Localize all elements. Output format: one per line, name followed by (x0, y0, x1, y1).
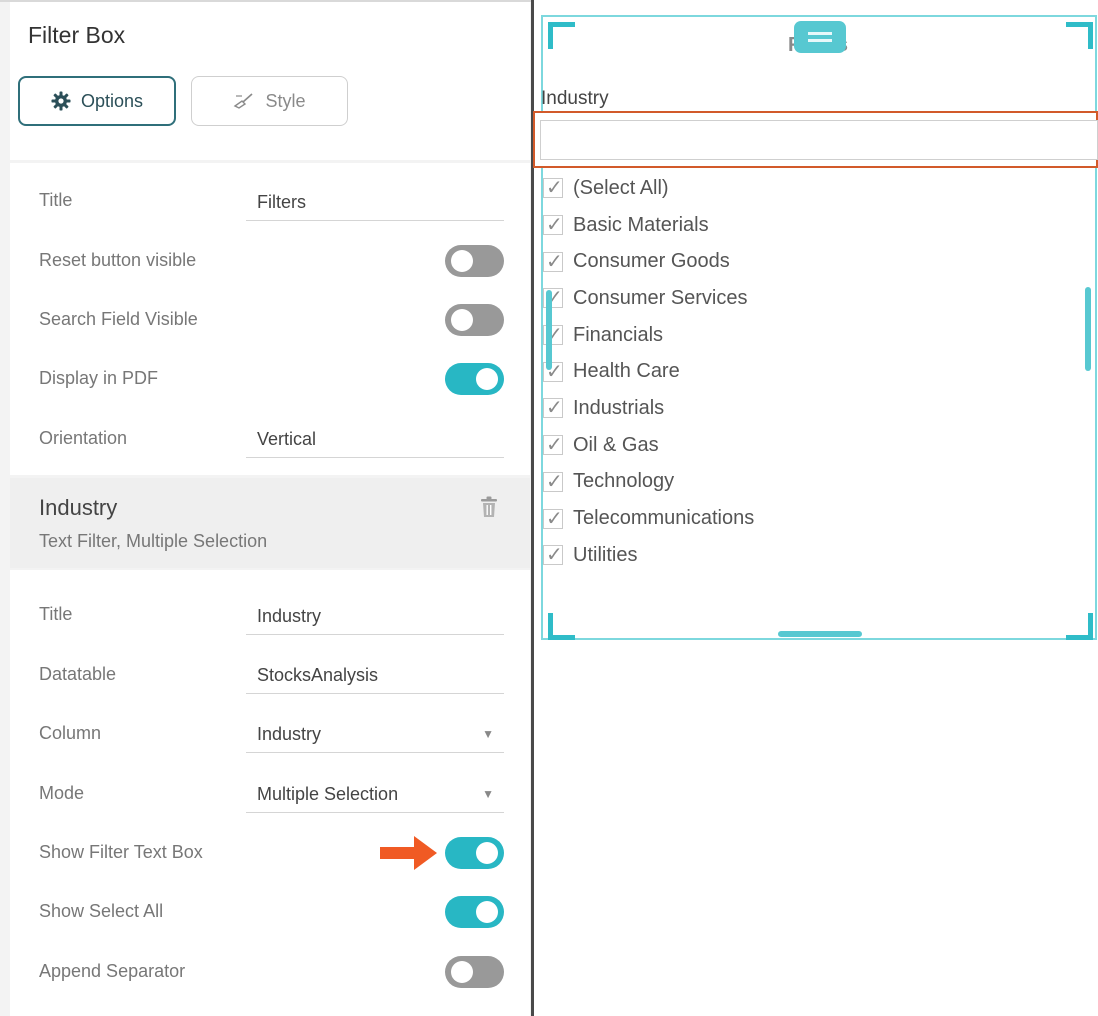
filter-description: Text Filter, Multiple Selection (39, 531, 268, 551)
list-item[interactable]: Consumer Services (543, 280, 754, 317)
mode-label: Mode (39, 783, 85, 803)
checkbox[interactable] (543, 175, 563, 200)
display-in-pdf-label: Display in PDF (39, 368, 159, 388)
resize-corner-bottom-left[interactable] (548, 613, 575, 640)
list-item-label: Basic Materials (573, 213, 709, 236)
orientation-label: Orientation (39, 428, 128, 448)
show-filter-text-box-label: Show Filter Text Box (39, 842, 203, 862)
list-item-label: Consumer Goods (573, 250, 730, 273)
list-item[interactable]: Telecommunications (543, 500, 754, 537)
drag-handle-icon[interactable] (794, 21, 846, 53)
list-item[interactable]: (Select All) (543, 170, 754, 207)
list-item-label: (Select All) (573, 176, 669, 199)
resize-handle-right[interactable] (1085, 287, 1091, 371)
display-in-pdf-toggle[interactable] (445, 363, 504, 395)
mode-dropdown[interactable]: Multiple Selection ▼ (246, 775, 504, 813)
list-item[interactable]: Industrials (543, 390, 754, 427)
resize-corner-top-left[interactable] (548, 22, 575, 49)
checkbox[interactable] (543, 395, 563, 420)
list-item-label: Industrials (573, 396, 665, 419)
checkbox[interactable] (543, 432, 563, 457)
show-select-all-label: Show Select All (39, 901, 164, 921)
toggle-knob (476, 842, 498, 864)
trash-icon[interactable] (480, 496, 498, 518)
filter-search-input[interactable] (540, 120, 1098, 160)
arrow-right-icon (380, 836, 437, 870)
show-select-all-toggle[interactable] (445, 896, 504, 928)
chevron-down-icon: ▼ (482, 727, 494, 741)
column-dropdown[interactable]: Industry ▼ (246, 715, 504, 753)
filter-header (10, 478, 530, 568)
resize-handle-bottom[interactable] (778, 631, 862, 637)
list-item[interactable]: Financials (543, 317, 754, 354)
resize-corner-bottom-right[interactable] (1066, 613, 1093, 640)
tab-options[interactable]: Options (18, 76, 176, 126)
filter-title-input[interactable]: Industry (246, 597, 504, 635)
list-item[interactable]: Utilities (543, 537, 754, 574)
checkbox[interactable] (543, 469, 563, 494)
list-item[interactable]: Health Care (543, 353, 754, 390)
list-item-label: Health Care (573, 360, 680, 383)
resize-handle-left[interactable] (546, 290, 552, 370)
datatable-field: StocksAnalysis (246, 656, 504, 694)
reset-button-visible-label: Reset button visible (39, 250, 197, 270)
tab-style[interactable]: Style (191, 76, 348, 126)
checkbox[interactable] (543, 212, 563, 237)
column-label: Column (39, 723, 102, 743)
toggle-knob (451, 309, 473, 331)
tab-style-label: Style (265, 90, 306, 111)
preview-list: (Select All) Basic Materials Consumer Good… (543, 170, 754, 574)
append-separator-label: Append Separator (39, 961, 186, 981)
brush-icon (234, 93, 254, 109)
list-item-label: Consumer Services (573, 286, 748, 309)
checkbox[interactable] (543, 506, 563, 531)
list-item[interactable]: Consumer Goods (543, 243, 754, 280)
list-item[interactable]: Technology (543, 464, 754, 501)
toggle-knob (451, 961, 473, 983)
checkbox[interactable] (543, 542, 563, 567)
title-input[interactable]: Filters (246, 183, 504, 221)
filter-name: Industry (39, 495, 118, 520)
show-filter-text-box-toggle[interactable] (445, 837, 504, 869)
toggle-knob (476, 901, 498, 923)
search-field-visible-toggle[interactable] (445, 304, 504, 336)
reset-button-visible-toggle[interactable] (445, 245, 504, 277)
list-item-label: Oil & Gas (573, 433, 659, 456)
toggle-knob (476, 368, 498, 390)
resize-corner-top-right[interactable] (1066, 22, 1093, 49)
list-item-label: Financials (573, 323, 664, 346)
search-field-visible-label: Search Field Visible (39, 309, 198, 329)
panel-title: Filter Box (28, 22, 126, 48)
list-item-label: Utilities (573, 543, 638, 566)
orientation-dropdown[interactable]: Vertical (246, 420, 504, 458)
list-item[interactable]: Oil & Gas (543, 427, 754, 464)
gear-icon (51, 91, 71, 111)
filter-title-label: Title (39, 604, 73, 624)
preview-column-label: Industry (541, 88, 609, 109)
chevron-down-icon: ▼ (482, 787, 494, 801)
append-separator-toggle[interactable] (445, 956, 504, 988)
checkbox[interactable] (543, 249, 563, 274)
list-item[interactable]: Basic Materials (543, 207, 754, 244)
toggle-knob (451, 250, 473, 272)
tab-options-label: Options (80, 90, 144, 111)
title-label: Title (39, 190, 73, 210)
datatable-label: Datatable (39, 664, 117, 684)
mode-dropdown-value: Multiple Selection (257, 784, 399, 804)
list-item-label: Telecommunications (573, 507, 755, 530)
list-item-label: Technology (573, 470, 675, 493)
column-dropdown-value: Industry (257, 724, 322, 744)
